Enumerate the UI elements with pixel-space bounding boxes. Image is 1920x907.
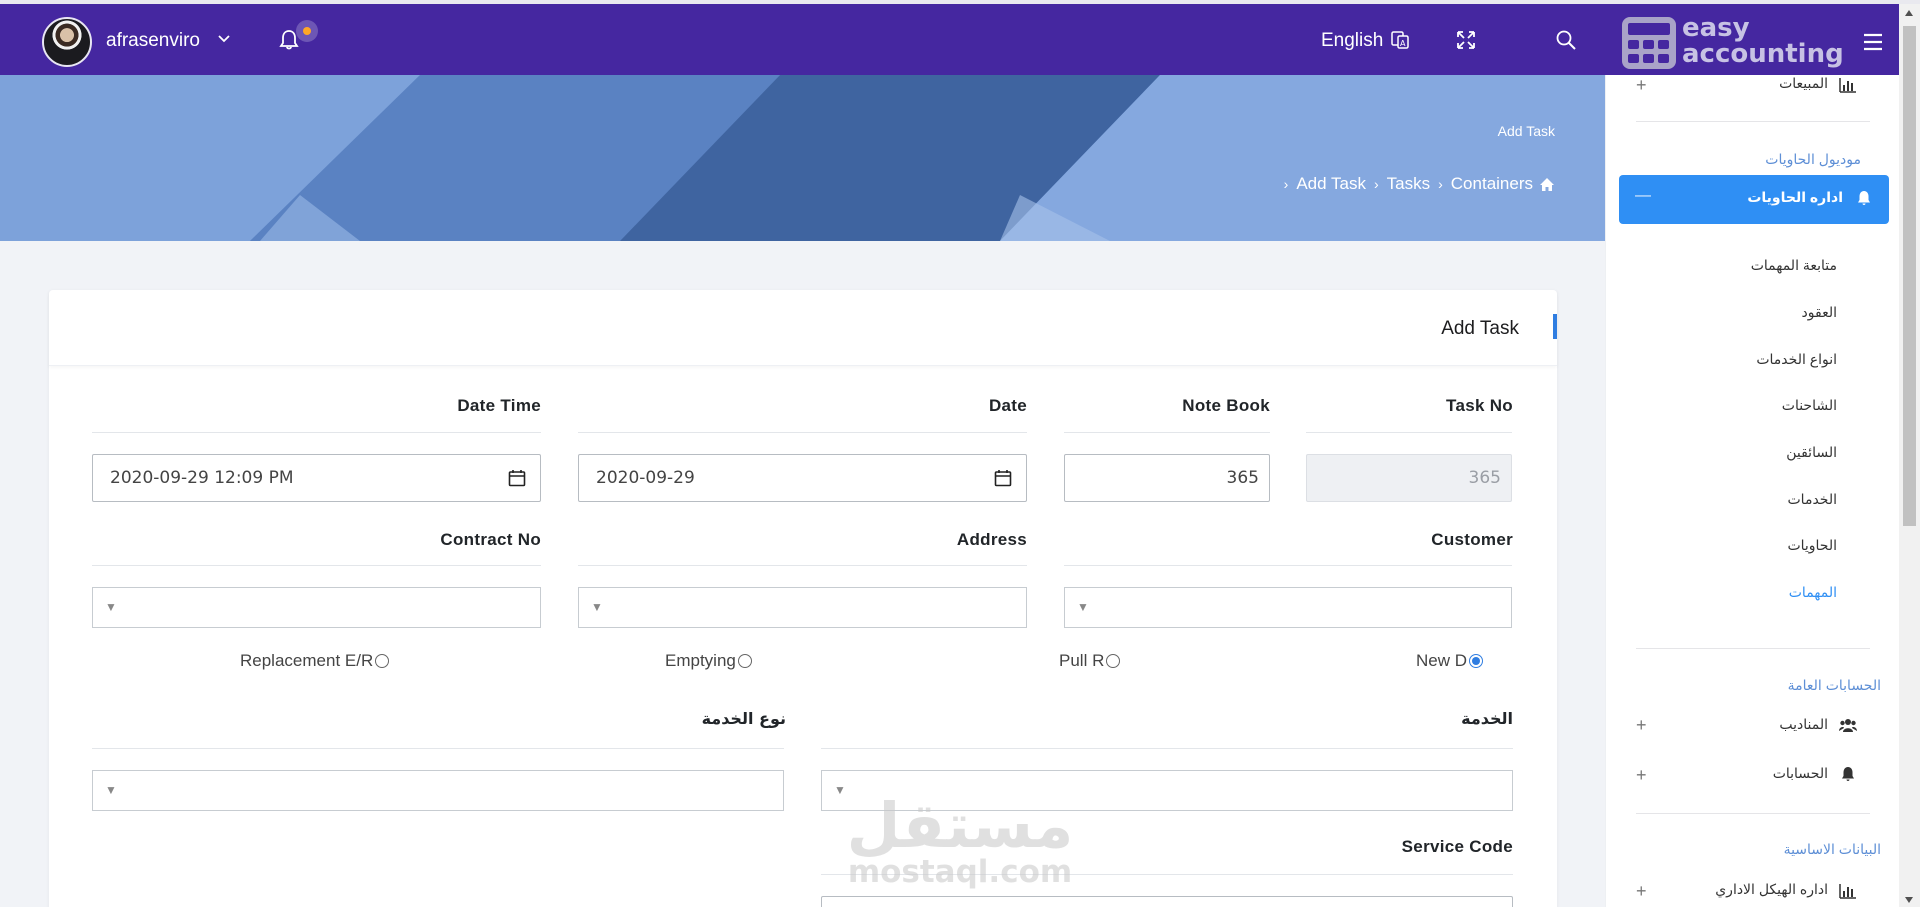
sidebar-sub-contracts[interactable]: العقود	[1802, 304, 1837, 321]
scroll-up-arrow-icon[interactable]	[1905, 10, 1913, 16]
service-type-label: نوع الخدمة	[701, 709, 786, 728]
radio-button[interactable]	[375, 654, 390, 668]
search-icon[interactable]	[1555, 29, 1577, 51]
watermark: مستقل mostaql.com	[846, 789, 1074, 890]
page-banner: Add Task › Add Task › Tasks › Containers	[0, 75, 1605, 241]
svg-text:A: A	[1400, 39, 1406, 48]
chevron-down-icon[interactable]	[216, 30, 232, 46]
section-general-accounts: الحسابات العامة	[1787, 677, 1881, 693]
service-type-select[interactable]: ▼	[92, 770, 784, 811]
card-header: Add Task	[49, 290, 1557, 366]
sidebar-item-org-structure[interactable]: اداره الهيكل الاداري	[1715, 881, 1828, 898]
section-containers-module: موديول الحاويات	[1765, 151, 1861, 167]
radio-button[interactable]	[1106, 654, 1121, 668]
note-book-label: Note Book	[1182, 396, 1270, 415]
expand-plus-icon[interactable]: +	[1636, 75, 1647, 96]
breadcrumb-containers[interactable]: Containers	[1451, 174, 1533, 194]
dropdown-arrow-icon: ▼	[1077, 600, 1089, 614]
sidebar-item-representatives[interactable]: المناديب	[1779, 716, 1828, 733]
service-label: الخدمة	[1461, 709, 1513, 728]
address-select[interactable]: ▼	[578, 587, 1027, 628]
add-task-card: Add Task Task No Note Book Date Date Tim…	[49, 290, 1557, 907]
scroll-thumb[interactable]	[1903, 26, 1916, 526]
customer-label: Customer	[1431, 530, 1513, 549]
expand-plus-icon[interactable]: +	[1636, 715, 1647, 736]
bell-icon	[1858, 191, 1870, 205]
address-label: Address	[956, 530, 1027, 549]
customer-select[interactable]: ▼	[1064, 587, 1512, 628]
task-no-label: Task No	[1446, 396, 1513, 415]
expand-plus-icon[interactable]: +	[1636, 881, 1647, 902]
date-label: Date	[988, 396, 1027, 415]
language-switch[interactable]: English	[1321, 30, 1383, 52]
card-accent	[1553, 314, 1557, 339]
app-logo[interactable]: easy accounting	[1622, 15, 1844, 71]
contract-no-label: Contract No	[440, 530, 541, 549]
page-scrollbar[interactable]	[1899, 4, 1920, 907]
breadcrumb-add-task[interactable]: Add Task	[1296, 174, 1366, 194]
users-icon	[1839, 719, 1857, 732]
calendar-icon[interactable]	[508, 469, 526, 487]
main-content: Add Task Task No Note Book Date Date Tim…	[0, 241, 1605, 907]
collapse-minus-icon[interactable]: —	[1635, 187, 1651, 205]
menu-icon[interactable]	[1863, 33, 1883, 51]
sidebar-sub-services[interactable]: الخدمات	[1788, 491, 1838, 508]
banner-background	[0, 75, 1605, 241]
sidebar-item-sales[interactable]: المبيعات	[1779, 75, 1828, 92]
username[interactable]: afrasenviro	[106, 30, 200, 52]
radio-emptying[interactable]: Emptying	[665, 651, 752, 671]
service-code-label: Service Code	[1401, 837, 1513, 856]
radio-replacement[interactable]: Replacement E/R	[240, 651, 390, 671]
sidebar-sub-task-tracking[interactable]: متابعة المهمات	[1751, 257, 1837, 274]
task-no-input: 365	[1306, 454, 1512, 502]
contract-no-select[interactable]: ▼	[92, 587, 541, 628]
home-icon[interactable]	[1539, 177, 1555, 192]
notification-dot	[296, 20, 318, 42]
note-book-input[interactable]: 365	[1064, 454, 1270, 502]
bar-chart-icon	[1839, 884, 1856, 899]
section-basic-data: البيانات الاساسية	[1783, 841, 1881, 857]
bell-icon	[1842, 767, 1854, 781]
date-time-label: Date Time	[457, 396, 541, 415]
radio-new-d[interactable]: New D	[1416, 651, 1484, 671]
top-navbar: afrasenviro English A easy accounting	[0, 4, 1899, 75]
bar-chart-icon	[1839, 78, 1856, 93]
sidebar-sub-containers[interactable]: الحاويات	[1787, 537, 1837, 554]
scroll-down-arrow-icon[interactable]	[1905, 897, 1913, 903]
service-code-input[interactable]	[821, 896, 1513, 907]
sidebar-item-accounts[interactable]: الحسابات	[1773, 765, 1828, 782]
expand-plus-icon[interactable]: +	[1636, 765, 1647, 786]
banner-title: Add Task	[1497, 123, 1555, 139]
breadcrumb-tasks[interactable]: Tasks	[1387, 174, 1430, 194]
card-title: Add Task	[1441, 318, 1519, 339]
dropdown-arrow-icon: ▼	[105, 600, 117, 614]
dropdown-arrow-icon: ▼	[591, 600, 603, 614]
dropdown-arrow-icon: ▼	[105, 783, 117, 797]
sidebar-sub-drivers[interactable]: السائقين	[1786, 444, 1837, 461]
translate-icon[interactable]: A	[1390, 30, 1410, 50]
radio-button[interactable]	[737, 654, 752, 668]
fullscreen-icon[interactable]	[1455, 29, 1477, 51]
breadcrumb: › Add Task › Tasks › Containers	[1282, 174, 1555, 194]
calendar-icon[interactable]	[994, 469, 1012, 487]
logo-text: easy accounting	[1682, 13, 1844, 69]
sidebar: + المبيعات موديول الحاويات — اداره الحاو…	[1605, 75, 1899, 907]
date-input[interactable]: 2020-09-29	[578, 454, 1027, 502]
calculator-icon	[1622, 17, 1676, 69]
avatar[interactable]	[42, 17, 92, 67]
sidebar-sub-service-types[interactable]: انواع الخدمات	[1756, 351, 1837, 368]
sidebar-item-containers-management[interactable]: — اداره الحاويات	[1619, 175, 1889, 224]
radio-pull-r[interactable]: Pull R	[1059, 651, 1121, 671]
sidebar-sub-trucks[interactable]: الشاحنات	[1782, 397, 1837, 414]
date-time-input[interactable]: 2020-09-29 12:09 PM	[92, 454, 541, 502]
radio-button[interactable]	[1469, 654, 1484, 668]
sidebar-sub-tasks[interactable]: المهمات	[1789, 584, 1837, 601]
